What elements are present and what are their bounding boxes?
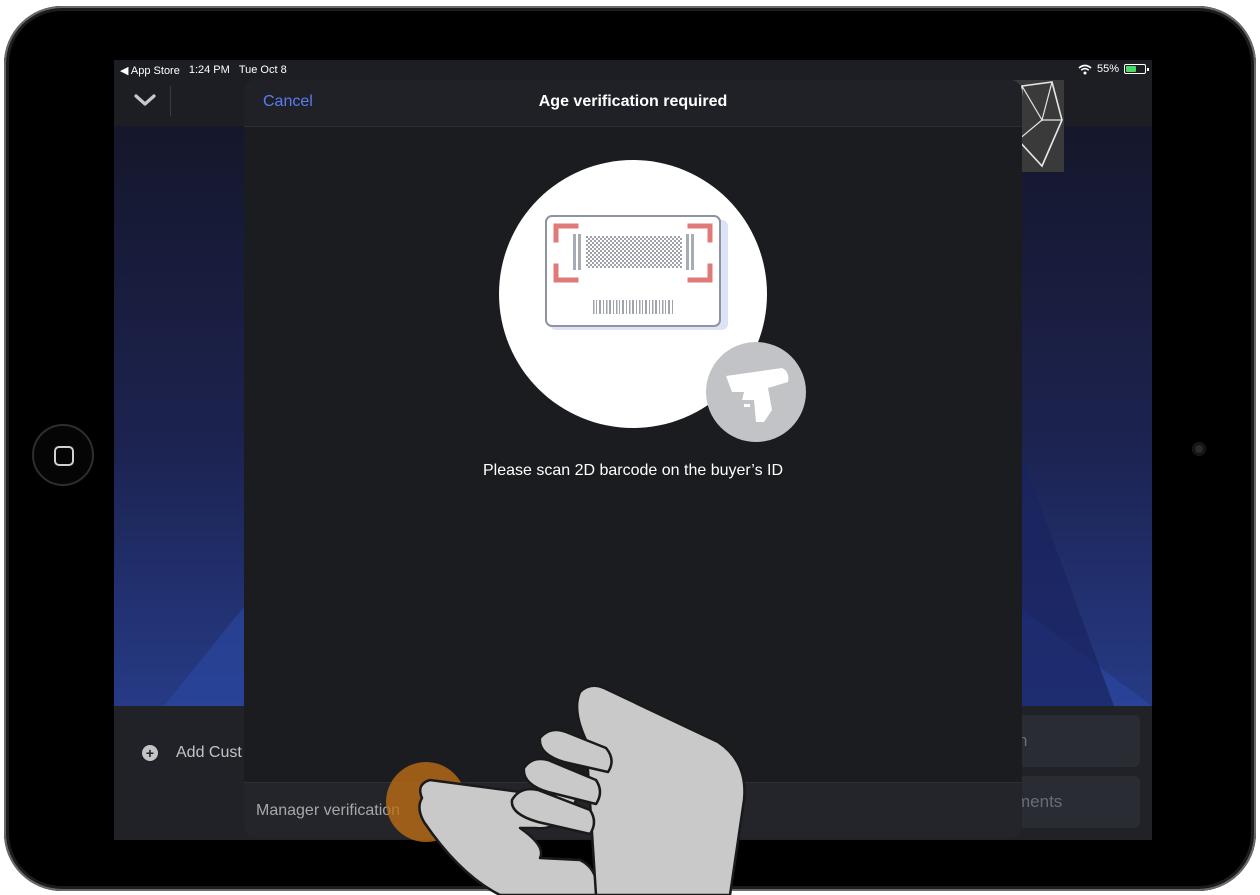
- header-divider: [170, 86, 171, 116]
- id-card-icon: [545, 215, 728, 330]
- add-customer-button[interactable]: + Add Cust: [142, 744, 242, 762]
- chevron-down-icon[interactable]: [132, 90, 158, 110]
- modal-header: Cancel Age verification required: [244, 80, 1022, 127]
- wifi-icon: [1078, 64, 1092, 74]
- modal-title: Age verification required: [538, 93, 728, 110]
- add-customer-label: Add Cust: [176, 744, 242, 761]
- home-square-icon: [54, 446, 74, 466]
- back-app-label: App Store: [130, 65, 180, 77]
- manager-verification-button[interactable]: Manager verification: [256, 802, 400, 820]
- battery-icon: [1124, 64, 1149, 74]
- back-to-app-link[interactable]: ◀ App Store: [120, 64, 180, 77]
- battery-level-fill: [1126, 66, 1136, 72]
- barcode-scanner-icon: [706, 342, 806, 442]
- background-payments-label: ments: [1016, 792, 1063, 811]
- status-bar: ◀ App Store 1:24 PM Tue Oct 8 55%: [114, 60, 1152, 80]
- camera-dot: [1192, 442, 1206, 456]
- battery-percent: 55%: [1096, 63, 1119, 75]
- home-button[interactable]: [32, 424, 94, 486]
- status-date: Tue Oct 8: [238, 64, 287, 76]
- scan-id-illustration: [499, 160, 806, 442]
- status-time: 1:24 PM: [188, 64, 230, 76]
- scan-instruction: Please scan 2D barcode on the buyer’s ID: [482, 462, 784, 479]
- tap-hand-icon: [418, 684, 746, 895]
- plus-circle-icon: +: [142, 745, 158, 761]
